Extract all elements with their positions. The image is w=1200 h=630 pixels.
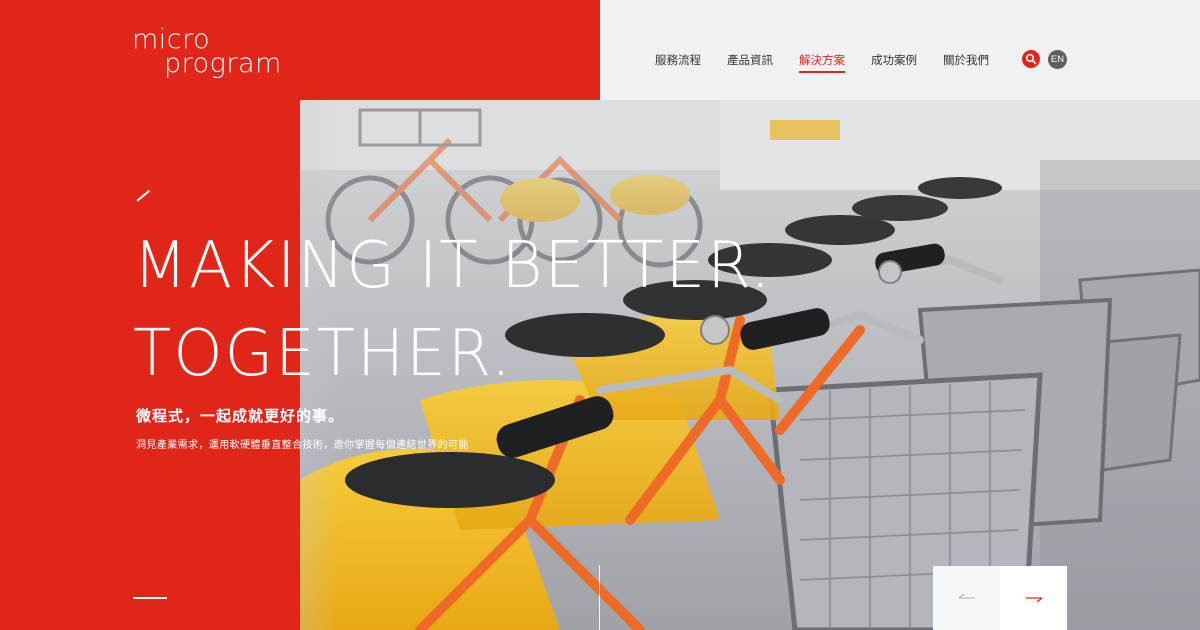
slider-controls [933,566,1067,630]
slider-next-button[interactable] [1000,566,1067,630]
hero-headline-line1: MAKING IT BETTER. [133,229,773,303]
slide-indicator-line [133,597,167,599]
hero-subheading: 微程式，一起成就更好的事。 [136,407,345,425]
arrow-left-icon [958,593,975,599]
arrow-right-icon [1025,597,1042,603]
hero-description: 洞見產業需求，運用軟硬體垂直整合技術，邀你掌握每個連結世界的可能 [136,440,469,451]
center-divider-line [599,565,600,630]
language-toggle-button[interactable]: EN [1048,50,1067,69]
hero-headline: MAKING IT BETTER. TOGETHER. [133,222,772,398]
search-button[interactable] [1022,50,1040,68]
nav-item-cases[interactable]: 成功案例 [871,52,917,72]
logo-text-line2: program [164,48,282,79]
search-icon [1025,53,1037,65]
nav-item-service-process[interactable]: 服務流程 [655,52,701,72]
nav-item-solutions[interactable]: 解決方案 [799,52,845,73]
page: micro program 服務流程 產品資訊 解決方案 成功案例 關於我們 E… [0,0,1200,630]
nav-item-about[interactable]: 關於我們 [943,52,989,72]
slider-prev-button[interactable] [933,566,1000,630]
brand-logo[interactable]: micro program [132,18,302,80]
nav-item-products[interactable]: 產品資訊 [727,52,773,72]
main-nav: 服務流程 產品資訊 解決方案 成功案例 關於我們 [655,52,989,73]
hero-headline-line2: TOGETHER. [133,317,513,391]
